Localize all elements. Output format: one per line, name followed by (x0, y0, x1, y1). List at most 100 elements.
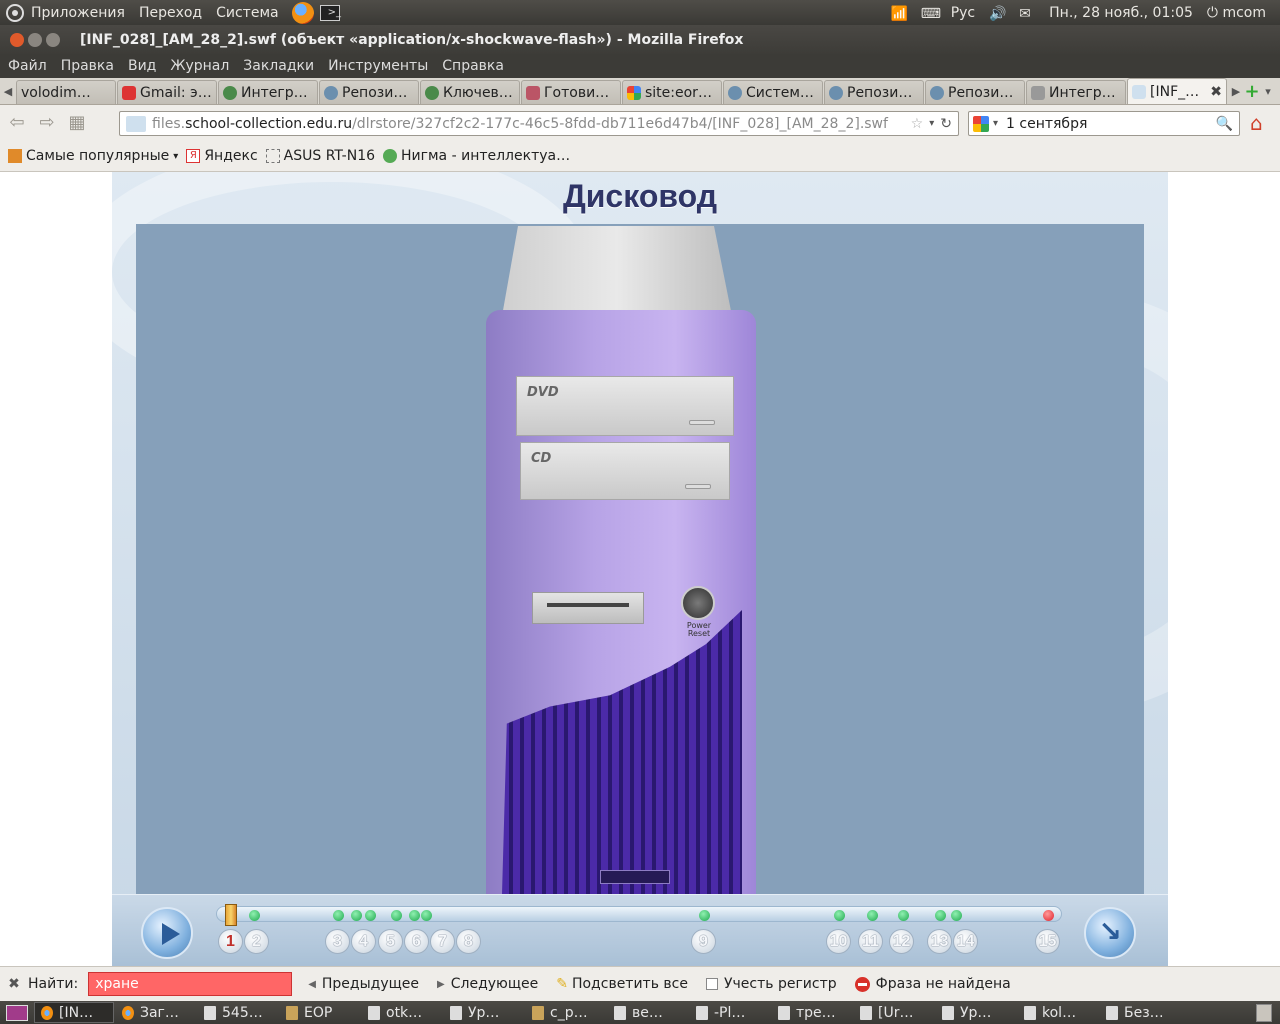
timeline-end-marker[interactable] (1043, 910, 1054, 921)
menu-view[interactable]: Вид (121, 58, 163, 74)
keyboard-layout[interactable]: Рус (951, 5, 975, 21)
taskbar-item[interactable]: otk… (362, 1002, 442, 1023)
taskbar-item[interactable]: EOP (280, 1002, 360, 1023)
tab[interactable]: Ключев… (420, 80, 520, 104)
exit-button[interactable] (1084, 907, 1136, 959)
tabs-scroll-right-icon[interactable]: ▶ (1228, 85, 1244, 98)
cd-eject-button[interactable] (685, 484, 711, 489)
timeline-marker[interactable] (699, 910, 710, 921)
taskbar-item[interactable]: 545… (198, 1002, 278, 1023)
find-close-icon[interactable]: ✖ (0, 976, 28, 992)
taskbar-item[interactable]: [Ur… (854, 1002, 934, 1023)
clock[interactable]: Пн., 28 нояб., 01:05 (1049, 5, 1193, 21)
flash-movie[interactable]: Дисковод DVD CD Power Reset 1 2 3 4 5 6 … (112, 172, 1168, 966)
page-button[interactable]: 15 (1035, 929, 1060, 954)
tab[interactable]: Интегр… (1026, 80, 1126, 104)
taskbar-item[interactable]: Ур… (936, 1002, 1016, 1023)
taskbar-item[interactable]: тре… (772, 1002, 852, 1023)
trash-icon[interactable] (1256, 1003, 1272, 1022)
bookmark-yandex[interactable]: Я Яндекс (186, 148, 258, 164)
page-button[interactable]: 9 (691, 929, 716, 954)
url-bar[interactable]: files. school-collection.edu.ru/dlrstore/… (119, 111, 959, 136)
taskbar-item[interactable]: c_p… (526, 1002, 606, 1023)
page-button[interactable]: 11 (858, 929, 883, 954)
page-button[interactable]: 4 (351, 929, 376, 954)
taskbar-item[interactable]: Заг… (116, 1002, 196, 1023)
window-close-button[interactable] (10, 32, 24, 47)
timeline-marker[interactable] (867, 910, 878, 921)
timeline-slider[interactable] (225, 904, 237, 926)
taskbar-item[interactable]: Без… (1100, 1002, 1180, 1023)
page-button[interactable]: 12 (889, 929, 914, 954)
home-icon[interactable]: ⌂ (1250, 113, 1272, 133)
taskbar-item[interactable]: ве… (608, 1002, 688, 1023)
menu-history[interactable]: Журнал (163, 58, 236, 74)
page-button[interactable]: 10 (826, 929, 851, 954)
tab[interactable]: Репози… (319, 80, 419, 104)
search-icon[interactable]: 🔍 (1216, 116, 1233, 132)
timeline-marker[interactable] (935, 910, 946, 921)
user-menu[interactable]: ⏻ mcom (1207, 5, 1266, 21)
tab[interactable]: Готови… (521, 80, 621, 104)
timeline-marker[interactable] (391, 910, 402, 921)
page-button[interactable]: 5 (378, 929, 403, 954)
tab[interactable]: site:eor… (622, 80, 722, 104)
page-button-current[interactable]: 1 (218, 929, 243, 954)
tab[interactable]: Репози… (824, 80, 924, 104)
menu-bookmarks[interactable]: Закладки (236, 58, 321, 74)
timeline-marker[interactable] (365, 910, 376, 921)
tab[interactable]: Репози… (925, 80, 1025, 104)
page-button[interactable]: 3 (325, 929, 350, 954)
show-desktop-icon[interactable] (6, 1004, 28, 1021)
window-minimize-button[interactable] (28, 32, 42, 47)
bookmark-asus[interactable]: ASUS RT-N16 (265, 148, 375, 164)
timeline-marker[interactable] (898, 910, 909, 921)
tab[interactable]: Систем… (723, 80, 823, 104)
wifi-icon[interactable]: 📶 (891, 6, 908, 22)
floppy-drive[interactable] (532, 592, 644, 624)
menu-file[interactable]: Файл (0, 58, 54, 74)
timeline-marker[interactable] (834, 910, 845, 921)
tab-list-icon[interactable]: ▾ (1260, 85, 1276, 98)
match-case-checkbox[interactable]: Учесть регистр (705, 976, 837, 992)
dvd-drive[interactable]: DVD (516, 376, 734, 436)
timeline-marker[interactable] (421, 910, 432, 921)
taskbar-item[interactable]: [IN… (34, 1002, 114, 1023)
tab[interactable]: Gmail: э… (117, 80, 217, 104)
tab[interactable]: Интегр… (218, 80, 318, 104)
ubuntu-logo-icon[interactable] (6, 3, 24, 22)
page-button[interactable]: 13 (927, 929, 952, 954)
dvd-eject-button[interactable] (689, 420, 715, 425)
page-button[interactable]: 14 (953, 929, 978, 954)
terminal-launcher-icon[interactable]: >_ (319, 4, 341, 21)
menu-applications[interactable]: Приложения (24, 5, 132, 21)
bookmark-nigma[interactable]: Нигма - интеллектуа… (383, 148, 570, 164)
find-next-button[interactable]: ▶ Следующее (437, 976, 538, 992)
tabs-scroll-left-icon[interactable]: ◀ (0, 85, 16, 98)
bookmark-most-visited[interactable]: Самые популярные ▾ (8, 148, 178, 164)
timeline-marker[interactable] (333, 910, 344, 921)
page-button[interactable]: 7 (430, 929, 455, 954)
find-input[interactable]: хране (88, 972, 293, 996)
search-engine-dropdown-icon[interactable]: ▾ (993, 118, 998, 129)
forward-button[interactable]: ⇨ (34, 112, 60, 134)
site-identity-icon[interactable] (126, 115, 146, 132)
timeline-track[interactable] (216, 904, 1062, 926)
google-icon[interactable] (973, 115, 989, 132)
find-previous-button[interactable]: ◀ Предыдущее (308, 976, 419, 992)
power-button[interactable] (681, 586, 715, 620)
keyboard-icon[interactable]: ⌨ (921, 6, 941, 22)
url-dropdown-icon[interactable]: ▾ (929, 118, 934, 129)
page-button[interactable]: 6 (404, 929, 429, 954)
reload-icon[interactable]: ↻ (940, 116, 952, 132)
page-button[interactable]: 8 (456, 929, 481, 954)
back-button[interactable]: ⇦ (4, 112, 30, 134)
page-button[interactable]: 2 (244, 929, 269, 954)
menu-places[interactable]: Переход (132, 5, 209, 21)
taskbar-item[interactable]: kol… (1018, 1002, 1098, 1023)
timeline-marker[interactable] (951, 910, 962, 921)
menu-tools[interactable]: Инструменты (321, 58, 435, 74)
cd-drive[interactable]: CD (520, 442, 730, 500)
bookmark-star-icon[interactable]: ☆ (911, 116, 924, 132)
new-tab-icon[interactable]: + (1244, 81, 1260, 102)
